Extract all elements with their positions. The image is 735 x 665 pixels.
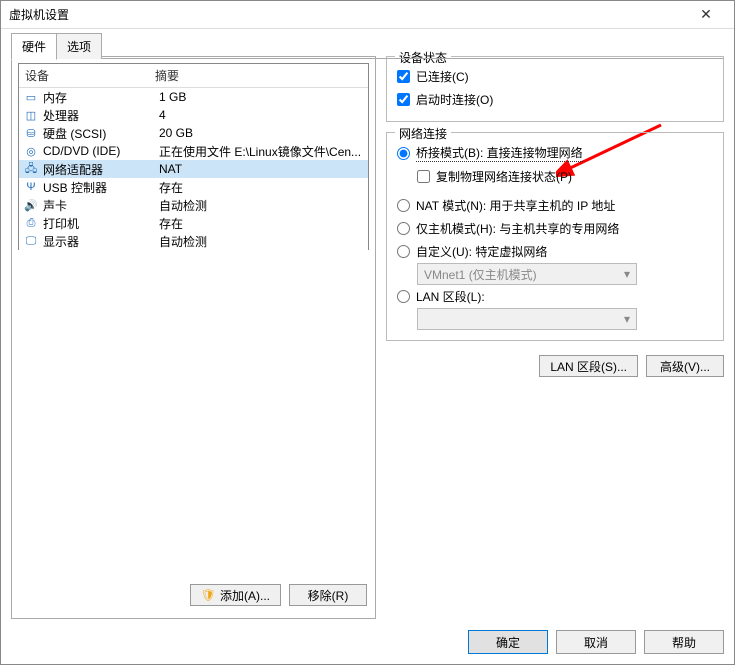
replicate-label: 复制物理网络连接状态(P) [436,168,572,185]
ok-button[interactable]: 确定 [468,630,548,654]
remove-button-label: 移除(R) [308,587,349,604]
lan-segment-label: LAN 区段(L): [416,288,485,305]
help-label: 帮助 [672,634,696,651]
bridged-radio[interactable] [397,147,410,160]
hostonly-radio[interactable] [397,222,410,235]
header-device: 设备 [25,67,155,84]
lan-segments-label: LAN 区段(S)... [550,358,627,375]
device-detail-pane: 设备状态 已连接(C) 启动时连接(O) 网络连接 桥接模式(B): 直接连接物… [386,56,724,619]
device-row-memory[interactable]: ▭内存1 GB [19,88,368,106]
device-name: 处理器 [43,107,159,124]
hostonly-row: 仅主机模式(H): 与主机共享的专用网络 [397,217,713,240]
connected-label: 已连接(C) [416,68,469,85]
advanced-button[interactable]: 高级(V)... [646,355,724,377]
nat-label: NAT 模式(N): 用于共享主机的 IP 地址 [416,197,615,214]
device-row-cpu[interactable]: ◫处理器4 [19,106,368,124]
help-button[interactable]: 帮助 [644,630,724,654]
device-name: USB 控制器 [43,179,159,196]
add-button-label: 添加(A)... [220,587,270,604]
device-table: 设备 摘要 ▭内存1 GB◫处理器4⛁硬盘 (SCSI)20 GB◎CD/DVD… [18,63,369,250]
device-name: 硬盘 (SCSI) [43,125,159,142]
display-icon: 🖵 [23,233,39,249]
device-row-display[interactable]: 🖵显示器自动检测 [19,232,368,250]
tab-hardware[interactable]: 硬件 [11,33,57,60]
device-summary: 4 [159,108,364,122]
cpu-icon: ◫ [23,107,39,123]
device-summary: 存在 [159,179,364,196]
lan-segment-row: LAN 区段(L): [397,285,713,308]
connected-row: 已连接(C) [397,65,713,88]
close-button[interactable]: ✕ [686,1,726,29]
cd-icon: ◎ [23,143,39,159]
device-summary: NAT [159,162,364,176]
printer-icon: ⎙ [23,215,39,231]
replicate-row: 复制物理网络连接状态(P) [417,165,713,188]
bridged-row: 桥接模式(B): 直接连接物理网络 [397,141,713,165]
nat-row: NAT 模式(N): 用于共享主机的 IP 地址 [397,194,713,217]
hostonly-label: 仅主机模式(H): 与主机共享的专用网络 [416,220,619,237]
device-row-printer[interactable]: ⎙打印机存在 [19,214,368,232]
lan-segment-radio[interactable] [397,290,410,303]
custom-network-value: VMnet1 (仅主机模式) [424,266,537,283]
memory-icon: ▭ [23,89,39,105]
custom-radio[interactable] [397,245,410,258]
device-name: 打印机 [43,215,159,232]
connect-at-poweron-label: 启动时连接(O) [416,91,493,108]
custom-label: 自定义(U): 特定虚拟网络 [416,243,547,260]
device-row-sound[interactable]: 🔊声卡自动检测 [19,196,368,214]
device-row-network[interactable]: 🖧网络适配器NAT [19,160,368,178]
device-name: 声卡 [43,197,159,214]
remove-button[interactable]: 移除(R) [289,584,367,606]
sound-icon: 🔊 [23,197,39,213]
bridged-label: 桥接模式(B): 直接连接物理网络 [416,144,583,162]
shield-icon: 🛡 [201,588,216,602]
network-icon: 🖧 [23,161,39,177]
network-legend: 网络连接 [395,125,451,142]
device-row-cd[interactable]: ◎ CD/DVD (IDE)正在使用文件 E:\Linux镜像文件\Cen... [19,142,368,160]
advanced-label: 高级(V)... [660,358,710,375]
device-row-hdd[interactable]: ⛁硬盘 (SCSI)20 GB [19,124,368,142]
cancel-button[interactable]: 取消 [556,630,636,654]
lan-segment-combo [417,308,637,330]
device-table-header: 设备 摘要 [19,64,368,88]
dialog-footer: 确定 取消 帮助 [468,630,724,654]
connect-at-poweron-row: 启动时连接(O) [397,88,713,111]
device-summary: 自动检测 [159,233,364,250]
right-button-bar: LAN 区段(S)... 高级(V)... [386,355,724,377]
hdd-icon: ⛁ [23,125,39,141]
device-summary: 自动检测 [159,197,364,214]
device-name: CD/DVD (IDE) [43,144,159,158]
device-summary: 存在 [159,215,364,232]
device-name: 内存 [43,89,159,106]
hardware-list-pane: 设备 摘要 ▭内存1 GB◫处理器4⛁硬盘 (SCSI)20 GB◎CD/DVD… [11,56,376,619]
tab-options[interactable]: 选项 [56,33,102,59]
left-button-bar: 🛡 添加(A)... 移除(R) [18,578,369,612]
nat-radio[interactable] [397,199,410,212]
add-button[interactable]: 🛡 添加(A)... [190,584,281,606]
network-connection-group: 网络连接 桥接模式(B): 直接连接物理网络 复制物理网络连接状态(P) NAT… [386,132,724,341]
device-row-usb[interactable]: ΨUSB 控制器存在 [19,178,368,196]
custom-row: 自定义(U): 特定虚拟网络 [397,240,713,263]
usb-icon: Ψ [23,179,39,195]
custom-network-combo: VMnet1 (仅主机模式) [417,263,637,285]
device-status-group: 设备状态 已连接(C) 启动时连接(O) [386,56,724,122]
content-area: 设备 摘要 ▭内存1 GB◫处理器4⛁硬盘 (SCSI)20 GB◎CD/DVD… [11,56,724,619]
tab-bar: 硬件 选项 [1,29,734,59]
replicate-checkbox[interactable] [417,170,430,183]
connected-checkbox[interactable] [397,70,410,83]
header-summary: 摘要 [155,67,179,84]
device-name: 显示器 [43,233,159,250]
lan-segments-button[interactable]: LAN 区段(S)... [539,355,638,377]
device-name: 网络适配器 [43,161,159,178]
window-title: 虚拟机设置 [9,6,686,23]
cancel-label: 取消 [584,634,608,651]
ok-label: 确定 [496,634,520,651]
device-summary: 1 GB [159,90,364,104]
device-summary: 正在使用文件 E:\Linux镜像文件\Cen... [159,143,364,160]
device-summary: 20 GB [159,126,364,140]
titlebar: 虚拟机设置 ✕ [1,1,734,29]
connect-at-poweron-checkbox[interactable] [397,93,410,106]
